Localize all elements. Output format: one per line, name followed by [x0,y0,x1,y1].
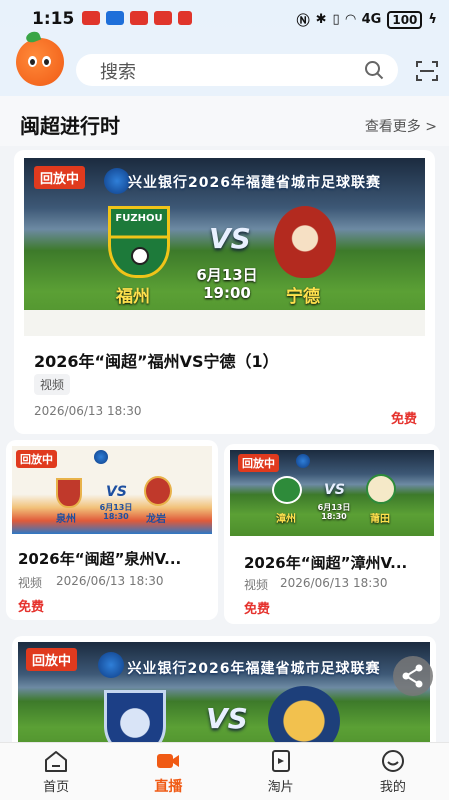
notification-app-icon [82,11,100,25]
league-logo-icon [94,450,108,464]
bluetooth-icon: ✱ [315,12,327,27]
away-team-crest [366,474,396,504]
section-header: 闽超进行时 查看更多 > [0,96,449,146]
match-title[interactable]: 2026年“闽超”漳州V... [244,552,434,573]
tab-label: 首页 [43,780,70,795]
match-time-stamp: 2026/06/13 18:30 [280,576,388,590]
price-free-label: 免费 [244,602,271,617]
match-card[interactable]: 兴业银行2026年福建省城市足球联赛 回放中 VS [12,636,436,756]
match-banner-image[interactable]: 回放中 VS 泉州 6月13日 18:30 龙岩 [12,446,212,534]
notification-app-icon [106,11,124,25]
match-title[interactable]: 2026年“闽超”泉州V... [18,548,210,569]
share-icon [402,664,423,688]
scan-icon[interactable] [415,60,439,82]
match-banner-image[interactable]: 兴业银行2026年福建省城市足球联赛 回放中 VS [18,642,430,756]
top-header: 搜索 [0,38,449,96]
video-tag: 视频 [244,578,269,592]
banner-title: 兴业银行2026年福建省城市足球联赛 [127,661,381,677]
home-team-crest: FUZHOU [108,206,170,278]
video-tag: 视频 [18,576,43,590]
match-time-stamp: 2026/06/13 18:30 [56,574,164,588]
versus-label: VS [209,222,251,255]
replay-badge: 回放中 [16,450,57,468]
price-free-label: 免费 [18,600,45,615]
match-time: 18:30 [321,512,347,521]
search-bar[interactable]: 搜索 [76,54,398,86]
charging-icon: ϟ [428,12,437,27]
featured-banner-image[interactable]: 兴业银行2026年福建省城市足球联赛 回放中 FUZHOU VS 福州 6月13… [24,158,425,336]
match-time: 18:30 [103,512,129,521]
tab-label: 淘片 [267,780,294,795]
tab-live[interactable]: 直播 [112,743,224,800]
battery-icon: 100 [387,10,423,29]
wifi-icon: ◠ [345,12,356,27]
nfc-icon: Ⓝ [296,14,310,29]
tab-label: 我的 [379,780,406,795]
mascot-eye [28,56,37,67]
profile-smile-icon [381,750,404,772]
replay-badge: 回放中 [238,454,279,472]
away-team-crest [274,206,336,278]
home-team-name: 福州 [116,287,150,307]
status-time: 1:15 [32,9,75,29]
featured-title[interactable]: 2026年“闽超”福州VS宁德（1） [34,348,424,372]
tab-home[interactable]: 首页 [0,743,112,800]
signal-icon: 4G [361,12,382,27]
section-title: 闽超进行时 [20,114,120,138]
status-indicators: Ⓝ ✱ ▯ ◠ 4G 100 ϟ [297,10,437,29]
versus-label: VS [324,482,345,498]
away-team-name: 宁德 [286,287,320,307]
share-button[interactable] [393,656,433,696]
home-team-name: 漳州 [276,514,296,525]
status-app-icons [82,11,192,25]
home-team-crest [272,476,302,504]
replay-badge: 回放中 [26,648,78,671]
versus-label: VS [206,702,248,735]
price-free-label: 免费 [390,412,417,427]
away-team-name: 龙岩 [146,514,166,525]
notification-app-icon [130,11,148,25]
home-team-crest [56,478,82,508]
league-logo-icon [296,454,310,468]
home-team-name: 泉州 [56,514,76,525]
away-team-crest [144,476,172,506]
view-more-link[interactable]: 查看更多 > [365,116,437,136]
tab-label: 直播 [154,779,183,795]
match-card[interactable]: 回放中 VS 泉州 6月13日 18:30 龙岩 2026年“闽超”泉州V...… [6,440,218,620]
versus-label: VS [106,484,127,500]
vibrate-icon: ▯ [332,12,340,27]
replay-badge: 回放中 [34,166,86,189]
live-video-icon [157,754,180,768]
featured-time: 2026/06/13 18:30 [34,404,142,418]
match-time: 19:00 [203,284,251,302]
mascot-eye [42,56,51,67]
away-team-name: 莆田 [370,514,390,525]
featured-match-card[interactable]: 兴业银行2026年福建省城市足球联赛 回放中 FUZHOU VS 福州 6月13… [14,150,435,434]
match-card[interactable]: 回放中 VS 漳州 6月13日 18:30 莆田 2026年“闽超”漳州V...… [224,444,440,624]
home-crest-text: FUZHOU [115,213,163,224]
orange-mascot-icon[interactable] [16,38,64,86]
search-icon[interactable] [364,60,384,80]
sponsor-logos-strip [24,310,425,336]
tab-profile[interactable]: 我的 [337,743,449,800]
football-icon [131,247,149,265]
notification-app-icon [178,11,192,25]
video-tag: 视频 [34,374,71,395]
search-placeholder: 搜索 [100,62,136,83]
match-banner-image[interactable]: 回放中 VS 漳州 6月13日 18:30 莆田 [230,450,434,536]
bottom-tab-bar: 首页 直播 淘片 我的 [0,742,449,800]
tab-films[interactable]: 淘片 [225,743,337,800]
film-icon [271,750,290,772]
match-date: 6月13日 [196,266,258,284]
notification-app-icon [154,11,172,25]
status-bar: 1:15 Ⓝ ✱ ▯ ◠ 4G 100 ϟ [0,0,449,38]
home-icon [45,751,68,772]
